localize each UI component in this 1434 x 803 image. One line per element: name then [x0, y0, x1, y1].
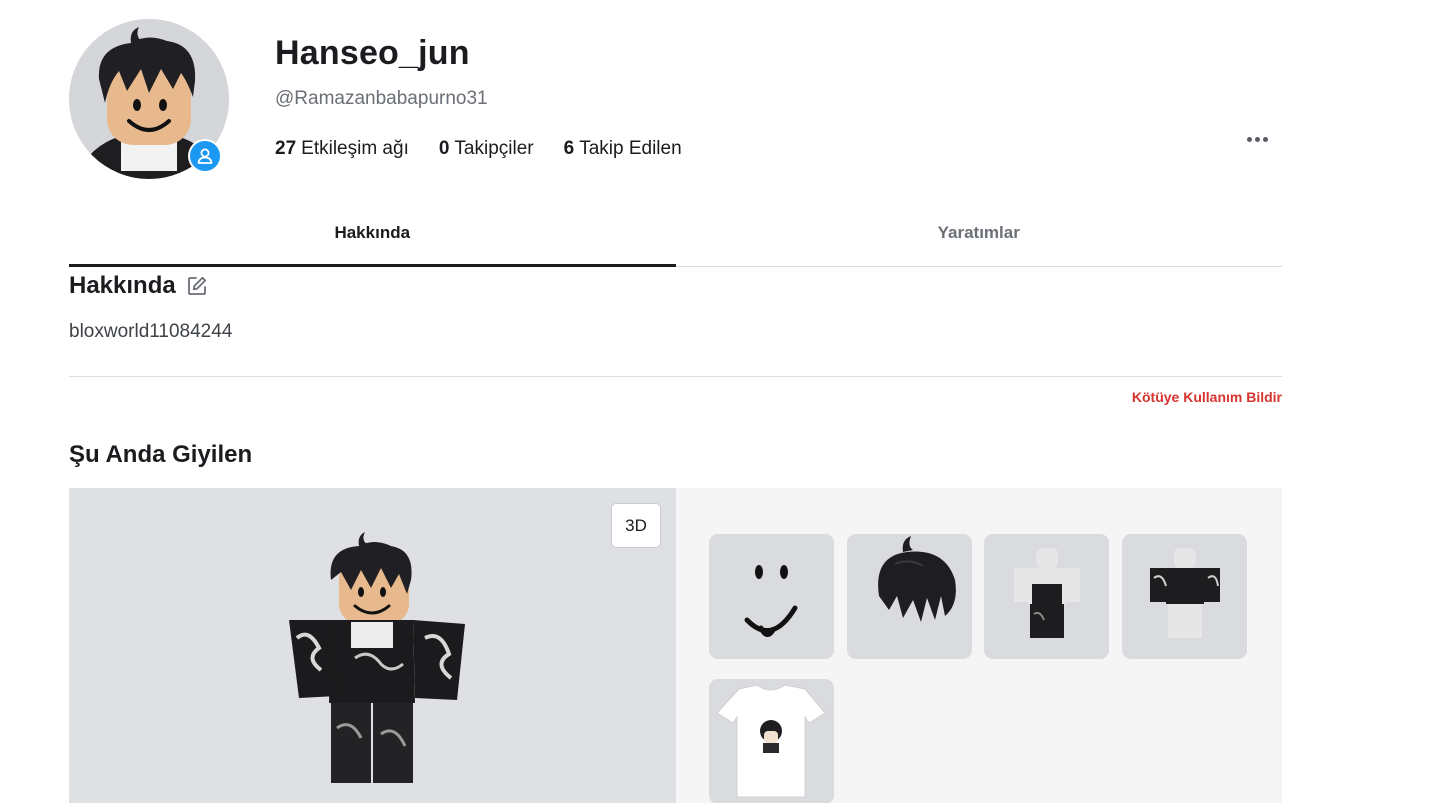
about-section-title: Hakkında	[69, 272, 208, 300]
stat-connections[interactable]: 27 Etkileşim ağı	[275, 138, 409, 160]
report-abuse-link[interactable]: Kötüye Kullanım Bildir	[1132, 389, 1282, 405]
wearing-item-face[interactable]	[709, 534, 834, 659]
face-smile-icon	[744, 565, 798, 637]
wearing-item-shirt[interactable]	[1122, 534, 1247, 659]
about-description: bloxworld11084244	[69, 321, 233, 342]
user-presence-icon	[197, 148, 213, 164]
display-name: Hanseo_jun	[275, 34, 470, 72]
more-options-icon[interactable]	[1240, 126, 1274, 152]
stat-followers[interactable]: 0 Takipçiler	[439, 138, 534, 160]
tshirt-anime-icon	[716, 684, 826, 798]
wearing-item-pants[interactable]	[984, 534, 1109, 659]
currently-wearing-title: Şu Anda Giyilen	[69, 441, 253, 468]
avatar-viewer[interactable]: 3D	[69, 488, 676, 803]
avatar-full-body-image	[289, 532, 465, 783]
wearing-item-tshirt[interactable]	[709, 679, 834, 803]
profile-avatar-wrap	[69, 19, 229, 179]
stat-following[interactable]: 6 Takip Edilen	[564, 138, 682, 160]
stat-following-count: 6	[563, 138, 575, 159]
tab-about[interactable]: Hakkında	[69, 199, 676, 267]
tab-creations[interactable]: Yaratımlar	[676, 199, 1283, 266]
username: @Ramazanbabapurno31	[275, 88, 488, 109]
wearing-item-hair[interactable]	[847, 534, 972, 659]
edit-icon[interactable]	[186, 275, 208, 297]
stat-connections-label: Etkileşim ağı	[301, 138, 409, 159]
wearing-items-panel	[676, 488, 1282, 803]
profile-tabs: Hakkında Yaratımlar	[69, 199, 1282, 267]
about-title-text: Hakkında	[69, 272, 176, 299]
stat-connections-count: 27	[275, 138, 297, 159]
about-divider	[69, 376, 1282, 377]
stat-followers-count: 0	[438, 138, 450, 159]
presence-badge	[188, 139, 222, 173]
profile-stats: 27 Etkileşim ağı 0 Takipçiler 6 Takip Edile…	[275, 138, 682, 160]
outfit-pants-icon	[1014, 548, 1080, 638]
outfit-shirt-icon	[1150, 548, 1220, 638]
stat-following-label: Takip Edilen	[579, 138, 682, 159]
black-hair-icon	[878, 536, 956, 622]
view-3d-toggle-button[interactable]: 3D	[611, 503, 661, 548]
stat-followers-label: Takipçiler	[454, 138, 534, 159]
